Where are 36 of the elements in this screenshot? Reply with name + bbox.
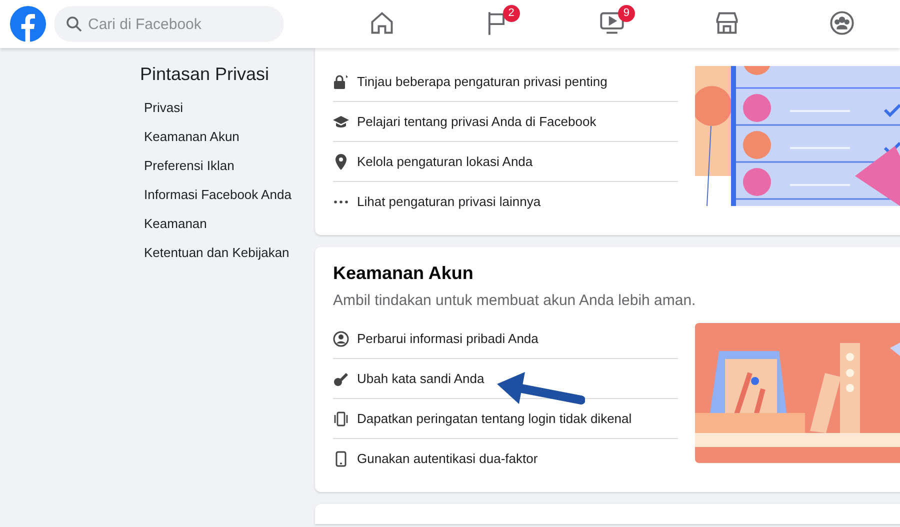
- phone-icon: [333, 450, 349, 466]
- sidebar-link[interactable]: Ketentuan dan Kebijakan: [140, 244, 315, 273]
- section-title: Keamanan Akun: [333, 263, 474, 284]
- settings-link[interactable]: Lihat pengaturan privasi lainnya: [357, 194, 541, 209]
- facebook-logo[interactable]: [10, 6, 46, 42]
- search-icon: [66, 16, 82, 32]
- groups-icon: [829, 10, 856, 36]
- settings-link[interactable]: Gunakan autentikasi dua-faktor: [357, 451, 538, 466]
- settings-link[interactable]: Dapatkan peringatan tentang login tidak dikenal: [357, 411, 632, 426]
- notification-badge: 2: [502, 5, 520, 22]
- sidebar-link[interactable]: Privasi: [140, 99, 315, 128]
- user-circle-icon: [333, 330, 349, 346]
- store-icon: [714, 10, 740, 36]
- lock-icon: [333, 74, 349, 90]
- sidebar-link[interactable]: Preferensi Iklan: [140, 157, 315, 186]
- settings-link[interactable]: Tinjau beberapa pengaturan privasi penting: [357, 74, 608, 89]
- key-icon: [333, 370, 349, 386]
- sidebar-link[interactable]: Keamanan: [140, 215, 315, 244]
- settings-link[interactable]: Perbarui informasi pribadi Anda: [357, 331, 538, 346]
- settings-link[interactable]: Pelajari tentang privasi Anda di Facebook: [357, 114, 596, 129]
- graduation-cap-icon: [333, 114, 349, 130]
- sidebar-link[interactable]: Keamanan Akun: [140, 128, 315, 157]
- settings-link[interactable]: Kelola pengaturan lokasi Anda: [357, 154, 533, 169]
- vibrating-phone-icon: [333, 410, 349, 426]
- sidebar-link[interactable]: Informasi Facebook Anda: [140, 186, 315, 215]
- notification-badge: 9: [618, 5, 635, 22]
- section-description: Ambil tindakan untuk membuat akun Anda lebih aman.: [333, 292, 697, 309]
- settings-link[interactable]: Ubah kata sandi Anda: [357, 371, 484, 386]
- more-dots-icon: [333, 200, 349, 204]
- home-icon: [368, 10, 395, 36]
- sidebar-title: Pintasan Privasi: [140, 64, 270, 85]
- search-field[interactable]: Cari di Facebook: [54, 6, 284, 42]
- video-icon: [598, 10, 625, 36]
- location-pin-icon: [333, 154, 349, 170]
- nav-tab[interactable]: 9: [562, 2, 662, 46]
- nav-tab[interactable]: 2: [446, 2, 547, 46]
